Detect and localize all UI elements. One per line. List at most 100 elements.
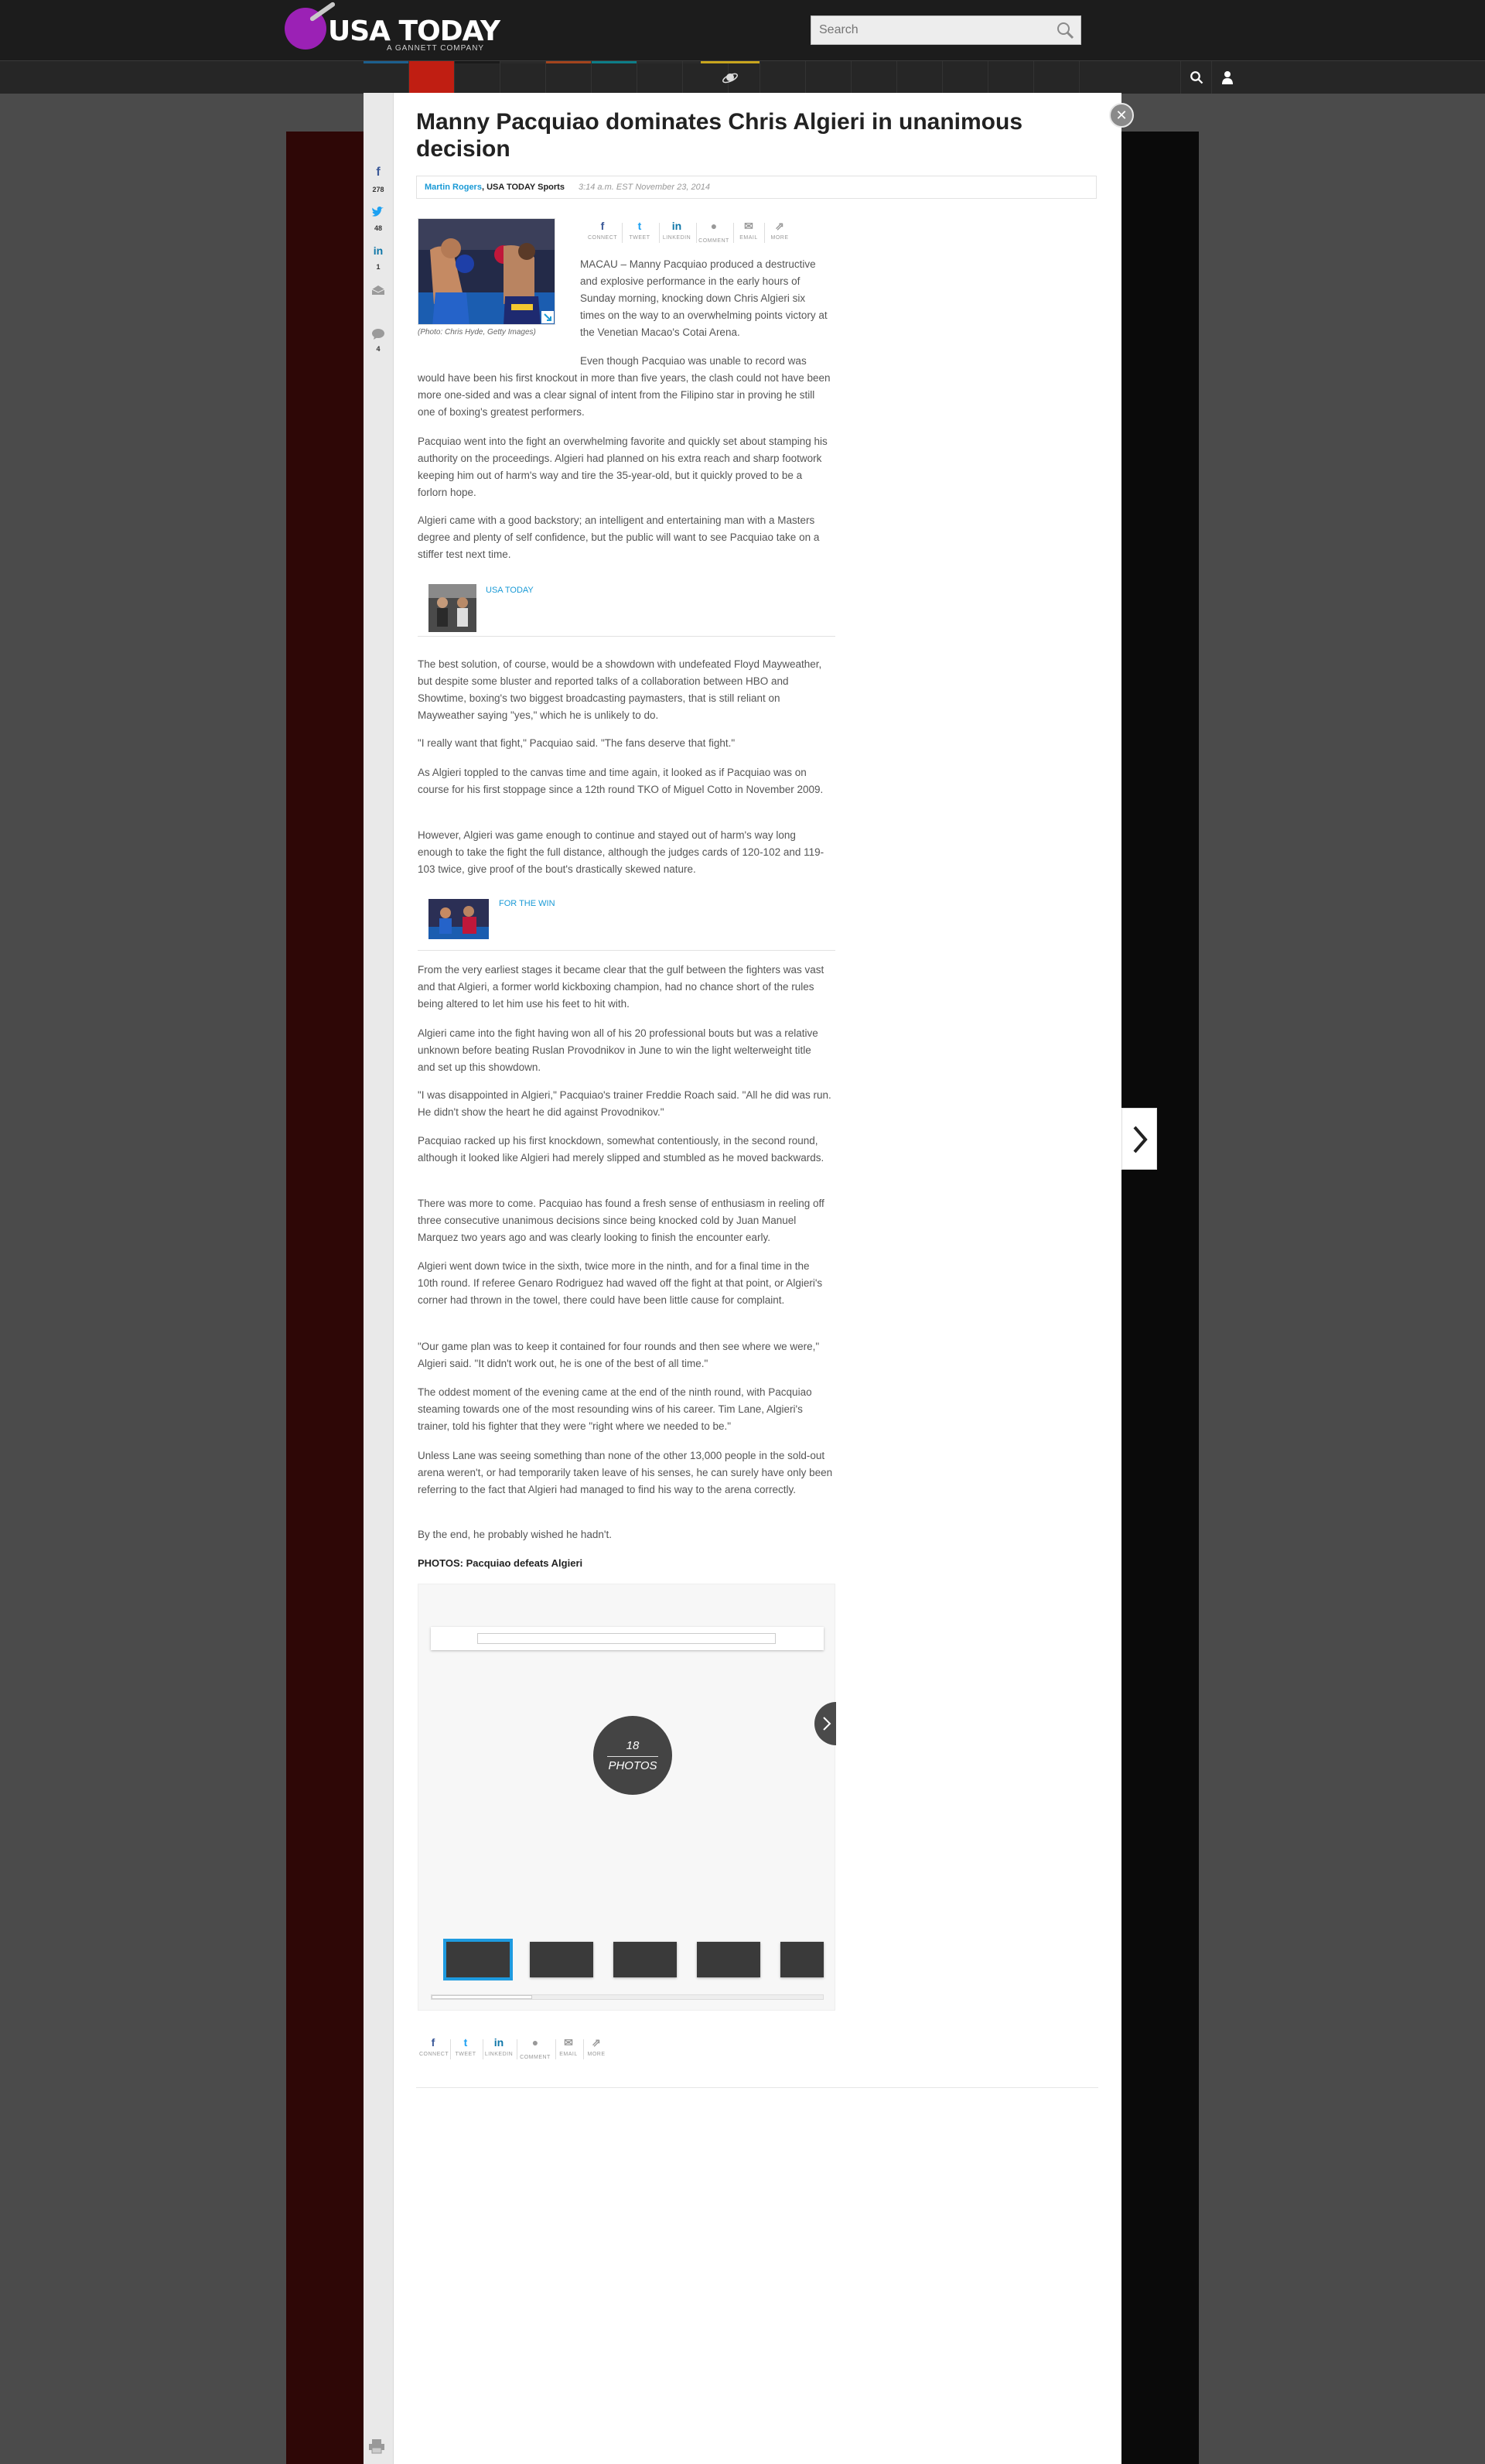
- weather-icon: [722, 73, 738, 84]
- gallery-thumbnail[interactable]: [613, 1942, 677, 1977]
- nav-section-news[interactable]: [409, 61, 455, 94]
- article-paragraph: The best solution, of course, would be a…: [418, 658, 822, 721]
- article-paragraph: By the end, he probably wished he hadn't…: [418, 1529, 613, 1540]
- article-headline: Manny Pacquiao dominates Chris Algieri i…: [416, 109, 1023, 162]
- close-article-button[interactable]: ✕: [1109, 103, 1134, 128]
- article-paragraph: Algieri went down twice in the sixth, tw…: [418, 1260, 823, 1306]
- nav-section-13[interactable]: [988, 61, 1034, 94]
- background-right-strip: [1121, 132, 1199, 2464]
- nav-section-10[interactable]: [852, 61, 897, 94]
- nav-user-button[interactable]: [1211, 61, 1243, 94]
- facebook-icon: f: [376, 166, 381, 179]
- linkedin-icon: in: [493, 2036, 504, 2049]
- gallery-scrollbar[interactable]: [431, 1994, 824, 2000]
- article-paragraph: Algieri came into the fight having won a…: [418, 1027, 818, 1073]
- related-source: USA TODAY: [486, 586, 534, 595]
- share-twitter-button[interactable]: t TWEET: [623, 218, 656, 249]
- comment-icon: ●: [531, 2036, 539, 2049]
- gallery-thumbnail[interactable]: [780, 1942, 824, 1977]
- comment-count: 4: [376, 345, 381, 353]
- share-linkedin-button[interactable]: in LINKEDIN: [484, 2035, 514, 2066]
- nav-section-weather[interactable]: [701, 61, 760, 94]
- share-more-button[interactable]: ⇗ MORE: [585, 2035, 608, 2066]
- byline-org: , USA TODAY Sports: [481, 183, 565, 192]
- boxing-photo-image: [418, 219, 555, 324]
- nav-search-button[interactable]: [1180, 61, 1212, 94]
- nav-section-11[interactable]: [897, 61, 943, 94]
- share-linkedin-button[interactable]: in LINKEDIN: [661, 218, 693, 249]
- gallery-scroll-handle[interactable]: [432, 1995, 532, 1999]
- nav-section-sports[interactable]: [455, 61, 500, 94]
- facebook-icon: f: [600, 220, 605, 232]
- share-email-button[interactable]: ✉ EMAIL: [735, 218, 763, 249]
- gallery-thumbnail[interactable]: [530, 1942, 593, 1977]
- comment-icon: [372, 329, 384, 340]
- gallery-thumbnail[interactable]: [697, 1942, 760, 1977]
- print-button[interactable]: [368, 2438, 388, 2455]
- share-facebook-button[interactable]: f CONNECT: [586, 218, 619, 249]
- nav-section-travel[interactable]: [637, 61, 683, 94]
- share-rail-email[interactable]: [364, 279, 393, 311]
- share-rail-comments[interactable]: 4: [364, 326, 393, 359]
- article-paragraph: "I was disappointed in Algieri," Pacquia…: [418, 1089, 831, 1118]
- photo-gallery-heading: PHOTOS: Pacquiao defeats Algieri: [418, 1557, 583, 1569]
- lead-photo[interactable]: [418, 218, 555, 325]
- photo-gallery: 18 PHOTOS: [418, 1584, 836, 2011]
- author-link[interactable]: Martin Rogers: [425, 183, 482, 192]
- share-email-button[interactable]: ✉ EMAIL: [557, 2035, 580, 2066]
- search-icon[interactable]: [1056, 21, 1074, 39]
- top-bar: USA TODAY A GANNETT COMPANY: [0, 0, 1485, 60]
- user-icon: [1222, 71, 1233, 84]
- share-more-icon: ⇗: [592, 2036, 601, 2049]
- nav-section-life[interactable]: [500, 61, 546, 94]
- share-twitter-button[interactable]: t TWEET: [452, 2035, 480, 2066]
- share-comment-button[interactable]: ● COMMENT: [698, 218, 730, 249]
- share-more-icon: ⇗: [775, 220, 784, 232]
- related-story[interactable]: USA TODAY: [418, 578, 835, 637]
- article-paragraph: MACAU – Manny Pacquiao produced a destru…: [580, 258, 828, 338]
- share-bar-top: f CONNECT t TWEET in LINKEDIN ● COMMENT ✉ EMA…: [586, 218, 834, 249]
- email-icon: ✉: [564, 2036, 573, 2049]
- publish-timestamp: 3:14 a.m. EST November 23, 2014: [578, 183, 710, 192]
- article-paragraph: The oddest moment of the evening came at…: [418, 1386, 812, 1432]
- nav-section-tech[interactable]: [592, 61, 637, 94]
- search-icon: [1190, 71, 1203, 84]
- twitter-icon: [372, 206, 384, 217]
- gallery-thumbnail[interactable]: [443, 1939, 513, 1980]
- gallery-photo-count: 18: [626, 1739, 640, 1752]
- site-logo[interactable]: USA TODAY A GANNETT COMPANY: [285, 1, 501, 54]
- share-comment-button[interactable]: ● COMMENT: [518, 2035, 552, 2066]
- nav-section-14[interactable]: [1034, 61, 1080, 94]
- nav-section-home[interactable]: [364, 61, 409, 94]
- gallery-title-bar: [431, 1627, 824, 1650]
- expand-icon[interactable]: [541, 311, 554, 323]
- share-rail-linkedin[interactable]: in 1: [364, 241, 393, 274]
- linkedin-icon: in: [373, 244, 384, 257]
- gallery-photos-label: PHOTOS: [608, 1759, 657, 1772]
- article-paragraph: There was more to come. Pacquiao has fou…: [418, 1198, 824, 1243]
- article-paragraph: Pacquiao went into the fight an overwhel…: [418, 436, 828, 498]
- close-icon: ✕: [1115, 108, 1128, 123]
- search-input[interactable]: [811, 16, 1051, 44]
- nav-section-8[interactable]: [760, 61, 806, 94]
- share-more-button[interactable]: ⇗ MORE: [766, 218, 794, 249]
- article-paragraph: Unless Lane was seeing something than no…: [418, 1450, 833, 1495]
- article-paragraph: "I really want that fight," Pacquiao sai…: [418, 737, 736, 749]
- share-rail-twitter[interactable]: 48: [364, 203, 393, 235]
- nav-section-12[interactable]: [943, 61, 988, 94]
- gallery-next-button[interactable]: [814, 1702, 836, 1745]
- article-end-divider: [416, 2087, 1098, 2088]
- comment-icon: ●: [710, 220, 718, 232]
- share-rail-facebook[interactable]: f 278: [364, 164, 393, 197]
- nav-section-money[interactable]: [546, 61, 592, 94]
- share-facebook-button[interactable]: f CONNECT: [419, 2035, 449, 2066]
- next-article-button[interactable]: [1121, 1108, 1157, 1170]
- facebook-icon: f: [431, 2036, 435, 2049]
- article-paragraph: From the very earliest stages it became …: [418, 964, 824, 1010]
- related-story[interactable]: FOR THE WIN: [418, 891, 835, 951]
- nav-section-9[interactable]: [806, 61, 852, 94]
- gallery-open-button[interactable]: 18 PHOTOS: [593, 1716, 672, 1795]
- twitter-icon: t: [637, 220, 642, 232]
- related-thumbnail: [428, 584, 476, 632]
- chevron-right-icon: [823, 1717, 831, 1731]
